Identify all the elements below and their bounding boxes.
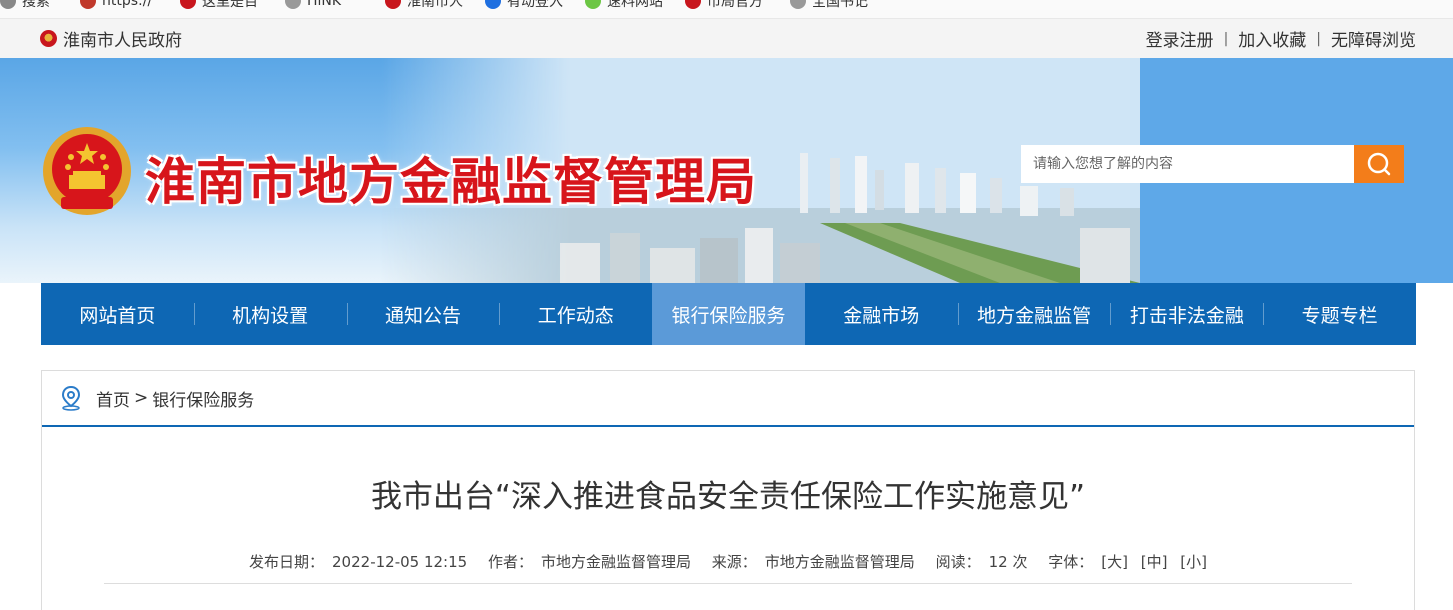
bookmark-label: 有动登入 [507, 0, 563, 10]
bookmark-favicon-icon [285, 0, 301, 9]
bookmark-favicon-icon [685, 0, 701, 9]
nav-item-banking-insurance[interactable]: 银行保险服务 [652, 283, 805, 345]
font-small-button[interactable]: [小] [1180, 553, 1207, 571]
breadcrumb-current[interactable]: 银行保险服务 [152, 386, 254, 411]
link-separator: | [1223, 30, 1229, 47]
bookmark-favicon-icon [180, 0, 196, 9]
agency-title: 淮南市地方金融监督管理局 [145, 153, 757, 211]
source: 市地方金融监督管理局 [764, 553, 915, 571]
national-emblem-logo [43, 127, 131, 215]
nav-item-work-news[interactable]: 工作动态 [499, 283, 652, 345]
read-count: 12 次 [988, 553, 1028, 571]
nav-item-special-topics[interactable]: 专题专栏 [1263, 283, 1416, 345]
bookmark-label: 速料网站 [607, 0, 663, 10]
link-separator: | [1316, 30, 1321, 47]
bookmark-favicon-icon [0, 0, 16, 9]
bookmark-label: 这里是百 [202, 0, 258, 10]
accessibility-link[interactable]: 无障碍浏览 [1331, 26, 1416, 51]
top-links: 登录注册 | 加入收藏 | 无障碍浏览 [1146, 19, 1416, 58]
government-site-link[interactable]: 淮南市人民政府 [40, 19, 182, 58]
bookmark-item[interactable]: 速料网站 [585, 0, 663, 10]
nav-item-local-supervision[interactable]: 地方金融监管 [957, 283, 1111, 345]
breadcrumb-home[interactable]: 首页 [96, 386, 130, 411]
source-label: 来源： [711, 553, 757, 571]
publish-date: 2022-12-05 12:15 [332, 553, 468, 571]
bookmark-favicon-icon [585, 0, 601, 9]
bookmark-item[interactable]: https:// [80, 0, 152, 10]
bookmark-item[interactable]: 搜索 [0, 0, 50, 10]
bookmark-label: 市局官方 [707, 0, 763, 10]
nav-item-notices[interactable]: 通知公告 [346, 283, 500, 345]
national-emblem-icon [40, 30, 57, 47]
bookmark-label: 全国书记 [812, 0, 868, 10]
font-size-label: 字体： [1048, 553, 1094, 571]
bookmark-favicon-icon [485, 0, 501, 9]
font-large-button[interactable]: [大] [1101, 553, 1128, 571]
reads-label: 阅读： [935, 553, 981, 571]
nav-item-illegal-finance[interactable]: 打击非法金融 [1110, 283, 1263, 345]
header-banner: 淮南市地方金融监督管理局 [0, 58, 1453, 283]
bookmark-label: HiNK [307, 0, 342, 9]
bookmark-label: 搜索 [22, 0, 50, 10]
article-meta: 发布日期： 2022-12-05 12:15 作者： 市地方金融监督管理局 来源： 市… [42, 551, 1414, 572]
publish-date-label: 发布日期： [249, 553, 325, 571]
location-pin-icon [61, 385, 81, 411]
search-icon [1367, 152, 1391, 176]
bookmark-item[interactable]: 有动登入 [485, 0, 563, 10]
bookmark-item[interactable]: 淮南市人 [385, 0, 463, 10]
meta-divider [104, 583, 1352, 584]
bookmark-favicon-icon [385, 0, 401, 9]
breadcrumb: 首页 > 银行保险服务 [42, 371, 1414, 427]
author: 市地方金融监督管理局 [540, 553, 691, 571]
breadcrumb-separator: > [134, 388, 149, 408]
author-label: 作者： [487, 553, 533, 571]
bookmark-item[interactable]: 市局官方 [685, 0, 763, 10]
main-nav: 网站首页 机构设置 通知公告 工作动态 银行保险服务 金融市场 地方金融监管 打… [41, 283, 1416, 345]
bookmark-item[interactable]: HiNK [285, 0, 341, 10]
nav-item-organization[interactable]: 机构设置 [193, 283, 347, 345]
font-medium-button[interactable]: [中] [1141, 553, 1168, 571]
bookmark-favicon-icon [80, 0, 96, 9]
login-register-link[interactable]: 登录注册 [1146, 26, 1214, 51]
government-site-name: 淮南市人民政府 [63, 31, 182, 51]
nav-item-home[interactable]: 网站首页 [41, 283, 194, 345]
bookmark-label: https:// [102, 0, 153, 9]
article-container: 首页 > 银行保险服务 我市出台“深入推进食品安全责任保险工作实施意见” 发布日… [41, 370, 1415, 610]
bookmark-favicon-icon [790, 0, 806, 9]
browser-bookmarks-bar: 搜索 https:// 这里是百 HiNK 淮南市人 有动登入 速料网站 市局官方 全国书记 [0, 0, 1453, 19]
top-bar: 淮南市人民政府 登录注册 | 加入收藏 | 无障碍浏览 [0, 19, 1453, 58]
search-button[interactable] [1354, 145, 1404, 183]
search-input[interactable] [1021, 145, 1355, 183]
article-title: 我市出台“深入推进食品安全责任保险工作实施意见” [370, 479, 1086, 515]
bookmark-item[interactable]: 全国书记 [790, 0, 868, 10]
nav-item-financial-market[interactable]: 金融市场 [805, 283, 958, 345]
bookmark-item[interactable]: 这里是百 [180, 0, 258, 10]
bookmark-label: 淮南市人 [407, 0, 463, 10]
add-favorite-link[interactable]: 加入收藏 [1238, 26, 1306, 51]
